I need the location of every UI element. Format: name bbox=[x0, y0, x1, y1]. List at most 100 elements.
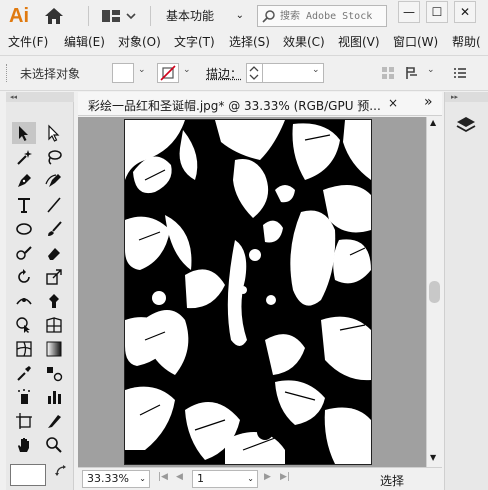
panel-collapse-icon[interactable]: ◂◂ bbox=[6, 92, 74, 102]
menu-edit[interactable]: 编辑(E) bbox=[64, 34, 105, 51]
menu-view[interactable]: 视图(V) bbox=[338, 34, 380, 51]
hand-icon bbox=[18, 438, 29, 452]
last-artboard-button[interactable]: ▶| bbox=[280, 472, 290, 482]
type-icon bbox=[18, 198, 30, 213]
document-tab[interactable]: 彩绘一品红和圣诞帽.jpg* @ 33.33% (RGB/GPU 预... × … bbox=[78, 92, 442, 116]
chevron-down-icon[interactable]: ⌄ bbox=[247, 471, 254, 487]
column-graph-icon bbox=[48, 391, 61, 404]
perspective-grid-tool[interactable] bbox=[42, 314, 66, 336]
swap-fill-stroke-icon[interactable] bbox=[54, 464, 68, 478]
menu-object[interactable]: 对象(O) bbox=[118, 34, 161, 51]
chevron-down-icon[interactable]: ⌄ bbox=[139, 471, 146, 487]
shape-builder-icon bbox=[16, 317, 30, 333]
stroke-weight-stepper[interactable] bbox=[246, 63, 262, 83]
menu-file[interactable]: 文件(F) bbox=[8, 34, 48, 51]
line-tool-icon bbox=[47, 197, 61, 213]
scroll-thumb[interactable] bbox=[429, 281, 440, 303]
slice-icon bbox=[48, 415, 61, 428]
fill-stroke-swatch[interactable] bbox=[10, 464, 46, 486]
search-input[interactable] bbox=[280, 7, 384, 25]
gradient-tool[interactable] bbox=[42, 338, 66, 360]
lasso-tool[interactable] bbox=[42, 146, 66, 168]
zoom-tool[interactable] bbox=[42, 434, 66, 456]
workspace-switcher[interactable]: 基本功能 ⌄ bbox=[166, 6, 244, 26]
menu-window[interactable]: 窗口(W) bbox=[393, 34, 438, 51]
chevron-down-icon[interactable]: ⌄ bbox=[427, 65, 435, 75]
paintbrush-icon bbox=[48, 221, 62, 236]
artboard[interactable] bbox=[124, 119, 372, 465]
rotate-icon bbox=[18, 269, 30, 283]
width-tool[interactable] bbox=[12, 290, 36, 312]
no-stroke-icon bbox=[160, 65, 176, 81]
blend-tool[interactable] bbox=[42, 362, 66, 384]
line-segment-tool[interactable] bbox=[42, 194, 66, 216]
hand-tool[interactable] bbox=[12, 434, 36, 456]
eyedropper-tool[interactable] bbox=[12, 362, 36, 384]
selection-tool[interactable] bbox=[12, 122, 36, 144]
selection-tool-icon bbox=[19, 126, 28, 141]
previous-artboard-button[interactable]: ◀ bbox=[176, 472, 183, 482]
chevron-down-icon[interactable]: ⌄ bbox=[138, 65, 146, 75]
maximize-button[interactable]: ☐ bbox=[426, 1, 448, 23]
close-window-button[interactable]: ✕ bbox=[454, 1, 476, 23]
chevron-down-icon[interactable]: ⌄ bbox=[312, 65, 320, 75]
mesh-tool[interactable] bbox=[12, 338, 36, 360]
shaper-tool[interactable] bbox=[12, 242, 36, 264]
stroke-label[interactable]: 描边： bbox=[206, 65, 242, 82]
panel-expand-icon[interactable]: ▸▸ bbox=[445, 92, 488, 102]
first-artboard-button[interactable]: |◀ bbox=[158, 472, 168, 482]
pen-tool[interactable] bbox=[12, 170, 36, 192]
stock-search[interactable] bbox=[257, 5, 387, 27]
menu-help[interactable]: 帮助( bbox=[452, 34, 481, 51]
panel-menu-icon[interactable] bbox=[452, 65, 468, 81]
curvature-tool[interactable] bbox=[42, 170, 66, 192]
transform-icon[interactable] bbox=[404, 65, 420, 81]
artboard-tool[interactable] bbox=[12, 410, 36, 432]
next-artboard-button[interactable]: ▶ bbox=[264, 472, 271, 482]
canvas[interactable] bbox=[78, 117, 426, 467]
artboard-number-field[interactable]: 1 ⌄ bbox=[192, 470, 258, 488]
close-tab-icon[interactable]: × bbox=[388, 96, 398, 110]
scroll-up-icon[interactable]: ▲ bbox=[430, 118, 436, 127]
ellipse-tool[interactable] bbox=[12, 218, 36, 240]
vertical-scrollbar[interactable]: ▲ ▼ bbox=[426, 117, 442, 467]
divider bbox=[150, 6, 151, 26]
column-graph-tool[interactable] bbox=[42, 386, 66, 408]
direct-selection-tool[interactable] bbox=[42, 122, 66, 144]
symbol-sprayer-icon bbox=[18, 389, 30, 404]
puppet-warp-tool[interactable] bbox=[42, 290, 66, 312]
fill-color-swatch[interactable] bbox=[112, 63, 134, 83]
magic-wand-tool[interactable] bbox=[12, 146, 36, 168]
panel-grip[interactable] bbox=[6, 64, 9, 82]
divider bbox=[88, 6, 89, 26]
scroll-down-icon[interactable]: ▼ bbox=[430, 453, 436, 462]
layers-icon[interactable] bbox=[455, 114, 477, 136]
align-icon[interactable] bbox=[380, 65, 396, 81]
scale-tool[interactable] bbox=[42, 266, 66, 288]
lasso-icon bbox=[48, 150, 62, 165]
minimize-button[interactable]: — bbox=[398, 1, 420, 23]
home-icon[interactable] bbox=[44, 7, 64, 25]
stroke-color-swatch[interactable] bbox=[157, 63, 179, 83]
arrange-documents-button[interactable] bbox=[100, 6, 138, 26]
arrange-documents-icon bbox=[102, 10, 136, 22]
selection-status: 未选择对象 bbox=[20, 67, 81, 81]
eraser-tool[interactable] bbox=[42, 242, 66, 264]
menu-effect[interactable]: 效果(C) bbox=[283, 34, 325, 51]
rotate-tool[interactable] bbox=[12, 266, 36, 288]
symbol-sprayer-tool[interactable] bbox=[12, 386, 36, 408]
menu-bar: 文件(F) 编辑(E) 对象(O) 文字(T) 选择(S) 效果(C) 视图(V… bbox=[0, 32, 488, 53]
width-tool-icon bbox=[16, 298, 32, 305]
blend-icon bbox=[47, 367, 63, 382]
menu-select[interactable]: 选择(S) bbox=[229, 34, 270, 51]
slice-tool[interactable] bbox=[42, 410, 66, 432]
shape-builder-tool[interactable] bbox=[12, 314, 36, 336]
menu-type[interactable]: 文字(T) bbox=[174, 34, 215, 51]
chevron-down-icon[interactable]: ⌄ bbox=[183, 65, 191, 75]
zoom-level-field[interactable]: 33.33% ⌄ bbox=[82, 470, 150, 488]
type-tool[interactable] bbox=[12, 194, 36, 216]
magic-wand-icon bbox=[17, 150, 32, 165]
more-tabs-icon[interactable]: » bbox=[424, 94, 433, 110]
paintbrush-tool[interactable] bbox=[42, 218, 66, 240]
ellipse-icon bbox=[16, 223, 32, 235]
